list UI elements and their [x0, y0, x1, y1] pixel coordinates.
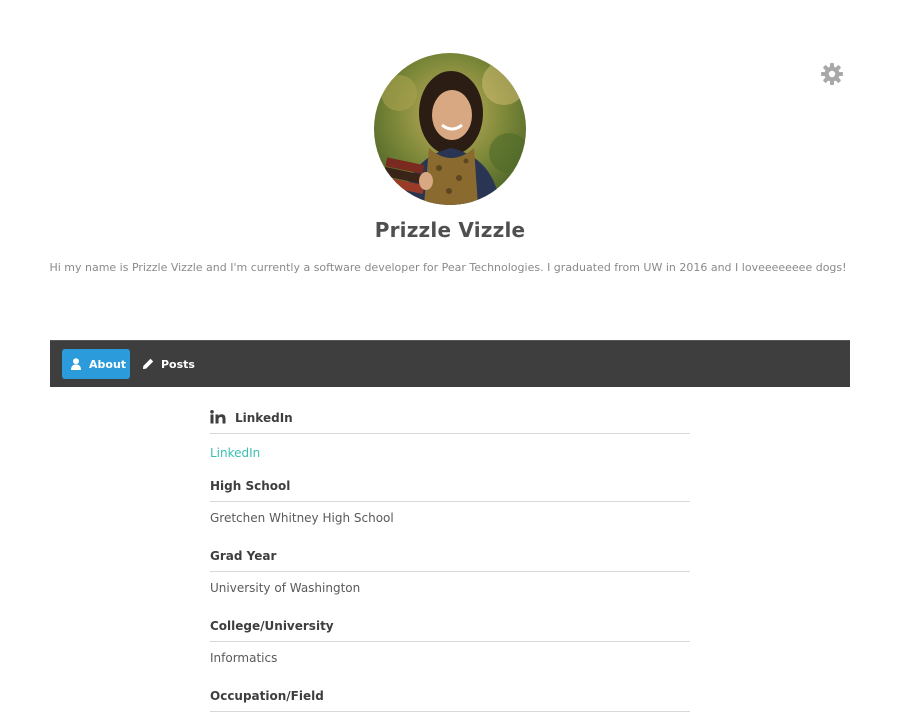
- tab-posts[interactable]: Posts: [140, 349, 195, 379]
- high-school-label: High School: [210, 479, 291, 493]
- tab-about-label: About: [89, 357, 127, 371]
- linkedin-link[interactable]: LinkedIn: [210, 446, 260, 460]
- high-school-header: High School: [210, 479, 690, 502]
- pencil-icon: [142, 358, 154, 370]
- college-header: College/University: [210, 619, 690, 642]
- tab-about[interactable]: About: [62, 349, 130, 379]
- tab-posts-label: Posts: [161, 357, 195, 371]
- gear-icon[interactable]: [821, 63, 843, 85]
- grad-year-label: Grad Year: [210, 549, 277, 563]
- linkedin-header: LinkedIn: [210, 410, 690, 434]
- college-value: Informatics: [210, 651, 278, 665]
- profile-bio: Hi my name is Prizzle Vizzle and I'm cur…: [49, 261, 847, 274]
- college-label: College/University: [210, 619, 334, 633]
- user-icon: [70, 358, 82, 370]
- grad-year-header: Grad Year: [210, 549, 690, 572]
- occupation-label: Occupation/Field: [210, 689, 324, 703]
- linkedin-value: LinkedIn: [210, 446, 690, 460]
- profile-tabbar: About Posts: [50, 340, 850, 387]
- linkedin-icon: [210, 410, 226, 424]
- linkedin-label: LinkedIn: [235, 411, 293, 425]
- profile-name: Prizzle Vizzle: [374, 218, 526, 242]
- avatar: [374, 53, 526, 205]
- occupation-header: Occupation/Field: [210, 689, 690, 712]
- high-school-value: Gretchen Whitney High School: [210, 511, 394, 525]
- grad-year-value: University of Washington: [210, 581, 361, 595]
